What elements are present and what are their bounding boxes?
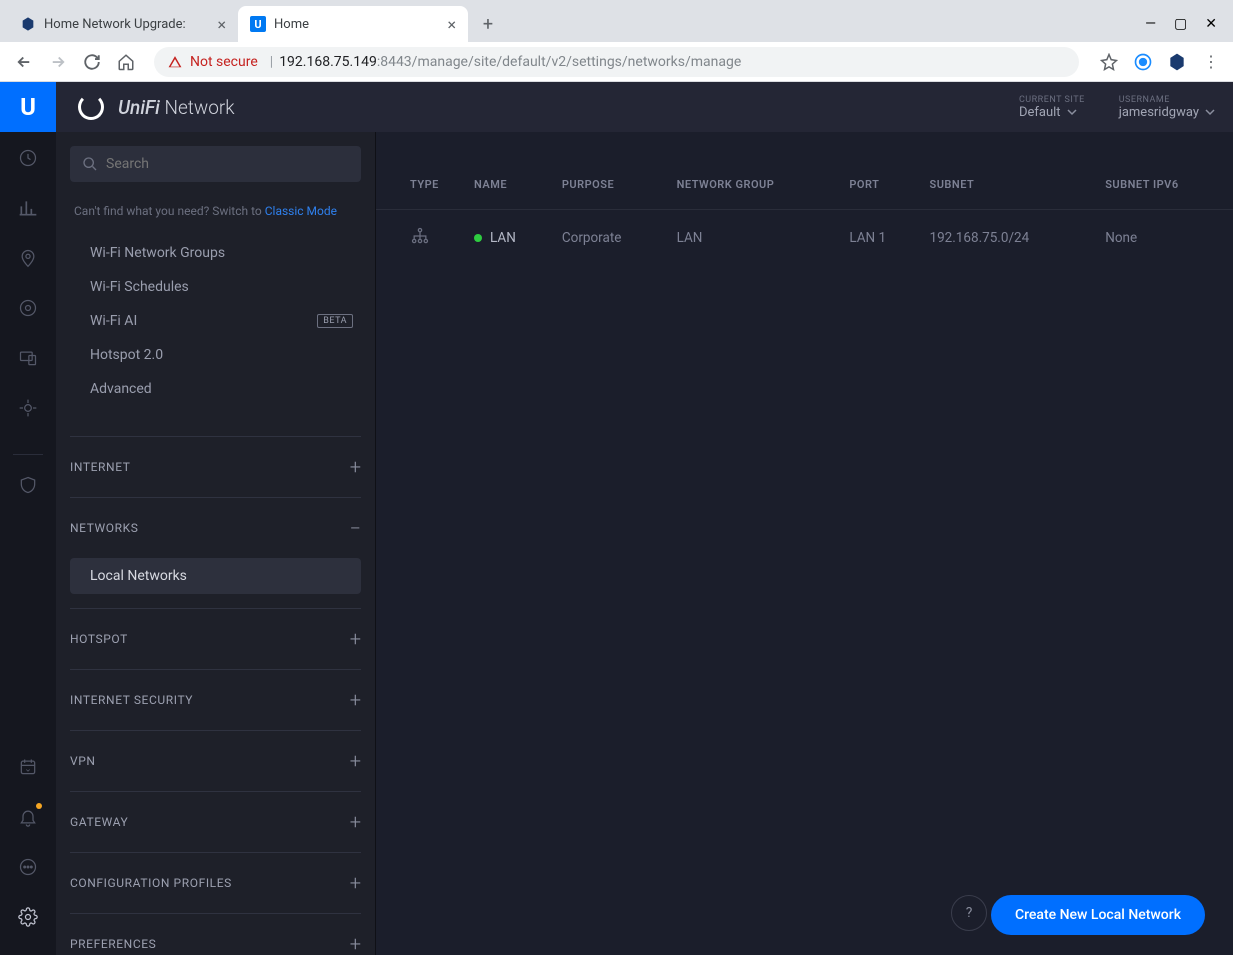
insights-icon[interactable] — [16, 396, 40, 420]
section-networks[interactable]: NETWORKS− — [70, 498, 361, 558]
forward-button — [44, 48, 72, 76]
extension-1password-icon[interactable] — [1131, 50, 1155, 74]
url-path: :8443/manage/site/default/v2/settings/ne… — [377, 54, 741, 70]
close-window-icon[interactable]: ✕ — [1205, 16, 1217, 32]
devices-icon[interactable] — [16, 296, 40, 320]
section-vpn[interactable]: VPN+ — [70, 731, 361, 791]
minus-icon: − — [350, 516, 361, 540]
table-row[interactable]: LAN Corporate LAN LAN 1 192.168.75.0/24 … — [376, 210, 1233, 267]
url-input[interactable]: Not secure | 192.168.75.149:8443/manage/… — [154, 47, 1079, 77]
current-site-selector[interactable]: CURRENT SITE Default — [1019, 95, 1085, 120]
minimize-icon[interactable]: — — [1145, 16, 1156, 32]
sidebar-item-wifi-network-groups[interactable]: Wi-Fi Network Groups — [70, 236, 361, 270]
tab-title: Home Network Upgrade: — [44, 17, 209, 32]
help-button[interactable]: ? — [951, 895, 987, 931]
browser-tab-strip: Home Network Upgrade: × U Home × + — ▢ ✕ — [0, 0, 1233, 42]
browser-tab-1[interactable]: Home Network Upgrade: × — [8, 6, 238, 42]
tab-favicon-icon: U — [250, 16, 266, 32]
alerts-icon[interactable] — [16, 805, 40, 829]
cell-subnet: 192.168.75.0/24 — [921, 210, 1097, 267]
sidebar-item-advanced[interactable]: Advanced — [70, 372, 361, 406]
close-icon[interactable]: × — [447, 15, 456, 34]
beta-badge: BETA — [317, 314, 353, 328]
network-icon — [410, 226, 430, 246]
classic-mode-link[interactable]: Classic Mode — [265, 204, 337, 218]
clients-icon[interactable] — [16, 346, 40, 370]
col-type[interactable]: TYPE — [376, 166, 466, 210]
col-network-group[interactable]: NETWORK GROUP — [669, 166, 842, 210]
col-subnet-ipv6[interactable]: SUBNET IPV6 — [1097, 166, 1233, 210]
back-button[interactable] — [10, 48, 38, 76]
loading-spinner-icon — [78, 94, 104, 120]
settings-gear-icon[interactable] — [16, 905, 40, 929]
create-network-button[interactable]: Create New Local Network — [991, 895, 1205, 935]
classic-mode-hint: Can't find what you need? Switch to Clas… — [74, 204, 357, 218]
tab-title: Home — [274, 17, 439, 32]
extension-icon[interactable] — [1165, 50, 1189, 74]
cell-port: LAN 1 — [841, 210, 921, 267]
plus-icon: + — [350, 932, 361, 955]
col-port[interactable]: PORT — [841, 166, 921, 210]
chevron-down-icon — [1205, 107, 1215, 117]
section-internet[interactable]: INTERNET+ — [70, 437, 361, 497]
cell-subnet6: None — [1097, 210, 1233, 267]
events-icon[interactable] — [16, 755, 40, 779]
url-host: 192.168.75.149 — [279, 54, 377, 70]
username-selector[interactable]: USERNAME jamesridgway — [1119, 95, 1215, 120]
maximize-icon[interactable]: ▢ — [1174, 16, 1187, 32]
sidebar-item-wifi-ai[interactable]: Wi-Fi AI BETA — [70, 304, 361, 338]
browser-menu-icon[interactable]: ⋮ — [1199, 50, 1223, 74]
bookmark-icon[interactable] — [1097, 50, 1121, 74]
section-internet-security[interactable]: INTERNET SECURITY+ — [70, 670, 361, 730]
security-status: Not secure — [190, 54, 258, 70]
networks-table: TYPE NAME PURPOSE NETWORK GROUP PORT SUB… — [376, 166, 1233, 267]
unifi-logo-badge[interactable]: U — [0, 82, 56, 132]
browser-address-bar: Not secure | 192.168.75.149:8443/manage/… — [0, 42, 1233, 82]
chat-icon[interactable] — [16, 855, 40, 879]
browser-tab-2[interactable]: U Home × — [238, 6, 468, 42]
statistics-icon[interactable] — [16, 196, 40, 220]
cell-purpose: Corporate — [554, 210, 669, 267]
brand-title: UniFi Network — [118, 96, 235, 119]
window-controls: — ▢ ✕ — [1145, 16, 1225, 42]
plus-icon: + — [350, 871, 361, 895]
chevron-down-icon — [1067, 107, 1077, 117]
close-icon[interactable]: × — [217, 15, 226, 34]
col-purpose[interactable]: PURPOSE — [554, 166, 669, 210]
unifi-app: U UniFi Network CURRENT SITE Default USE… — [0, 82, 1233, 955]
col-subnet[interactable]: SUBNET — [921, 166, 1097, 210]
plus-icon: + — [350, 627, 361, 651]
cell-group: LAN — [669, 210, 842, 267]
home-button[interactable] — [112, 48, 140, 76]
sidebar-item-wifi-schedules[interactable]: Wi-Fi Schedules — [70, 270, 361, 304]
section-gateway[interactable]: GATEWAY+ — [70, 792, 361, 852]
search-icon — [82, 156, 98, 172]
section-preferences[interactable]: PREFERENCES+ — [70, 914, 361, 955]
new-tab-button[interactable]: + — [474, 10, 502, 38]
status-dot-icon — [474, 234, 482, 242]
search-input[interactable] — [70, 146, 361, 182]
settings-sidebar: Can't find what you need? Switch to Clas… — [56, 132, 376, 955]
plus-icon: + — [350, 810, 361, 834]
nav-rail — [0, 132, 56, 955]
plus-icon: + — [350, 749, 361, 773]
main-content: TYPE NAME PURPOSE NETWORK GROUP PORT SUB… — [376, 132, 1233, 955]
sidebar-item-hotspot-20[interactable]: Hotspot 2.0 — [70, 338, 361, 372]
map-icon[interactable] — [16, 246, 40, 270]
dashboard-icon[interactable] — [16, 146, 40, 170]
section-hotspot[interactable]: HOTSPOT+ — [70, 609, 361, 669]
sidebar-item-local-networks[interactable]: Local Networks — [70, 558, 361, 594]
tab-favicon-icon — [20, 16, 36, 32]
reload-button[interactable] — [78, 48, 106, 76]
app-header: U UniFi Network CURRENT SITE Default USE… — [0, 82, 1233, 132]
col-name[interactable]: NAME — [466, 166, 554, 210]
cell-type — [376, 210, 466, 267]
cell-name: LAN — [466, 210, 554, 267]
plus-icon: + — [350, 455, 361, 479]
security-icon[interactable] — [16, 473, 40, 497]
warning-icon — [168, 55, 182, 69]
plus-icon: + — [350, 688, 361, 712]
section-configuration-profiles[interactable]: CONFIGURATION PROFILES+ — [70, 853, 361, 913]
